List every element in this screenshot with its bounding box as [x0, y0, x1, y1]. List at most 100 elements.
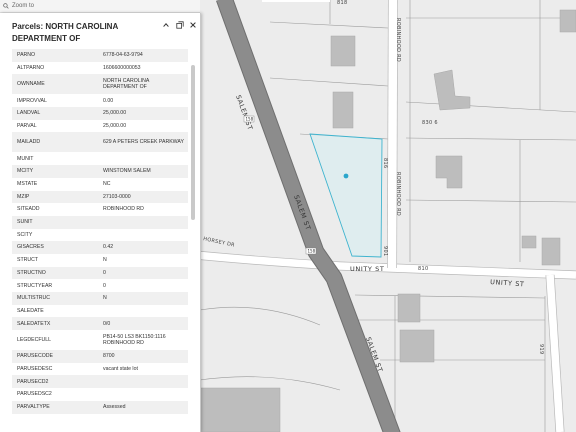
attribute-value: 1606600000053 [98, 61, 188, 75]
attribute-row: SUNIT [12, 215, 188, 229]
popup-scrollbar[interactable] [191, 65, 195, 220]
attribute-key: ALTPARNO [12, 61, 98, 75]
attribute-key: MAILADD [12, 132, 98, 153]
attribute-row: PARUSECODE 8700 [12, 350, 188, 363]
attribute-value: 25,000.00 [98, 119, 188, 133]
attribute-key: PARUSECD2 [12, 375, 98, 389]
attribute-value [98, 388, 188, 401]
attribute-row: STRUCTNO 0 [12, 266, 188, 280]
close-icon [190, 22, 196, 28]
attribute-row: GISACRES 0.42 [12, 241, 188, 254]
route-shield: 158 [243, 115, 255, 123]
attribute-row: LEGDECFULL PB14-50 LS3 BK1150:1116 ROBINH… [12, 330, 188, 351]
attribute-row: MZIP 27103-0000 [12, 190, 188, 204]
parcel-number: 816 [382, 158, 388, 168]
attribute-key: PARUSEDSC2 [12, 388, 98, 401]
attribute-key: STRUCTNO [12, 266, 98, 280]
attribute-key: PARUSEDESC [12, 362, 98, 376]
attribute-value: Assessed [98, 400, 188, 414]
attribute-table-container[interactable]: PARNO 6778-04-63-9794 ALTPARNO 160660000005… [12, 49, 188, 432]
attribute-value: 0.00 [98, 94, 188, 108]
attribute-key: SUNIT [12, 215, 98, 229]
attribute-key: LANDVAL [12, 107, 98, 120]
attribute-row: MSTATE NC [12, 177, 188, 191]
attribute-row: STRUCTYEAR 0 [12, 279, 188, 292]
parcel-number: 901 [382, 246, 388, 256]
attribute-key: PARVALTYPE [12, 400, 98, 414]
attribute-key: SALEDATETX [12, 317, 98, 331]
attribute-row: SCITY [12, 228, 188, 242]
attribute-key: SALEDATE [12, 304, 98, 318]
attribute-value [98, 375, 188, 389]
attribute-value: 27103-0000 [98, 190, 188, 204]
attribute-value: 25,000.00 [98, 107, 188, 120]
attribute-value [98, 215, 188, 229]
attribute-row: PARUSEDESC vacant state lot [12, 362, 188, 376]
parcel-number: 919 [538, 344, 544, 354]
attribute-value: ROBINHOOD RD [98, 203, 188, 216]
attribute-value: 0 [98, 266, 188, 280]
attribute-key: MULTISTRUC [12, 292, 98, 305]
attribute-key: MSTATE [12, 177, 98, 191]
parcel-marker[interactable] [343, 173, 349, 179]
attribute-key: SITEADD [12, 203, 98, 216]
parcel-popup: Parcels: NORTH CAROLINA DEPARTMENT OF PA… [0, 13, 201, 432]
route-shield: 158 [305, 247, 317, 255]
attribute-value: 0.42 [98, 241, 188, 254]
attribute-row: PARVAL 25,000.00 [12, 119, 188, 133]
attribute-row: STRUCT N [12, 253, 188, 267]
attribute-value: 629 A PETERS CREEK PARKWAY [98, 132, 188, 153]
attribute-key: LEGDECFULL [12, 330, 98, 351]
attribute-row: IMPROVVAL 0.00 [12, 94, 188, 108]
attribute-key: OWNNAME [12, 74, 98, 95]
attribute-key: MCITY [12, 165, 98, 178]
attribute-row: SALEDATETX 0/0 [12, 317, 188, 331]
attribute-row: PARUSEDSC2 [12, 388, 188, 401]
chevron-up-icon [163, 23, 169, 27]
attribute-value: 0/0 [98, 317, 188, 331]
dock-button[interactable] [175, 20, 185, 30]
parcel-number: 818 [337, 0, 347, 6]
attribute-key: MZIP [12, 190, 98, 204]
attribute-row: MUNIT [12, 152, 188, 166]
attribute-key: STRUCTYEAR [12, 279, 98, 292]
attribute-row: MAILADD 629 A PETERS CREEK PARKWAY [12, 132, 188, 153]
attribute-key: PARVAL [12, 119, 98, 133]
attribute-row: MCITY WINSTONM SALEM [12, 165, 188, 178]
popup-header: Parcels: NORTH CAROLINA DEPARTMENT OF [0, 13, 200, 45]
attribute-value: 6778-04-63-9794 [98, 49, 188, 62]
robinhood-rd-label-2: ROBINHOOD RD [395, 172, 401, 216]
close-button[interactable] [188, 20, 198, 30]
attribute-key: IMPROVVAL [12, 94, 98, 108]
attribute-row: OWNNAME NORTH CAROLINA DEPARTMENT OF [12, 74, 188, 95]
zoom-to-link[interactable]: Zoom to [12, 3, 34, 9]
attribute-key: PARUSECODE [12, 350, 98, 363]
unity-st-label: UNITY ST [350, 265, 384, 273]
attribute-row: ALTPARNO 1606600000053 [12, 61, 188, 75]
zoom-icon [3, 3, 9, 9]
attribute-value [98, 228, 188, 242]
attribute-key: GISACRES [12, 241, 98, 254]
attribute-value: PB14-50 LS3 BK1150:1116 ROBINHOOD RD [98, 330, 188, 351]
attribute-row: PARUSECD2 [12, 375, 188, 389]
attribute-value: N [98, 253, 188, 267]
attribute-key: MUNIT [12, 152, 98, 166]
dock-icon [176, 21, 184, 29]
attribute-value: 0 [98, 279, 188, 292]
attribute-key: PARNO [12, 49, 98, 62]
attribute-value: 8700 [98, 350, 188, 363]
attribute-row: SALEDATE [12, 304, 188, 318]
attribute-value: NORTH CAROLINA DEPARTMENT OF [98, 74, 188, 95]
robinhood-rd-label: ROBINHOOD RD [395, 18, 401, 62]
attribute-row: PARNO 6778-04-63-9794 [12, 49, 188, 62]
attribute-value: NC [98, 177, 188, 191]
parcel-number: 830 6 [422, 120, 438, 126]
attribute-key: STRUCT [12, 253, 98, 267]
attribute-row: PARVALTYPE Assessed [12, 400, 188, 414]
attribute-table: PARNO 6778-04-63-9794 ALTPARNO 160660000005… [12, 49, 188, 414]
attribute-value: WINSTONM SALEM [98, 165, 188, 178]
svg-text:158: 158 [308, 249, 316, 254]
zoom-toolbar: Zoom to [0, 0, 200, 13]
collapse-button[interactable] [161, 20, 171, 30]
attribute-value: vacant state lot [98, 362, 188, 376]
